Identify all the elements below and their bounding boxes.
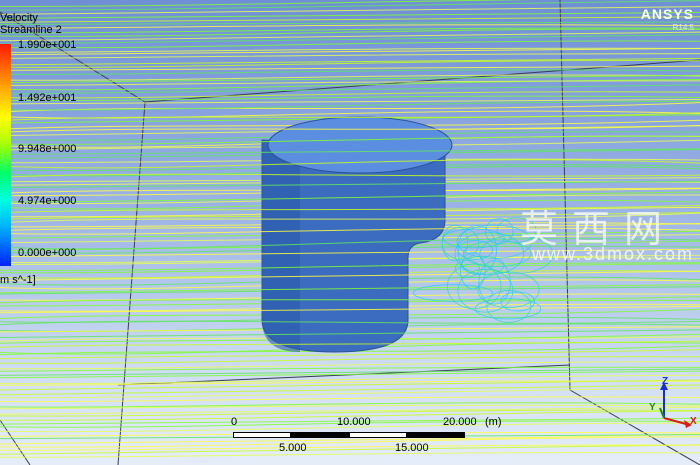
- axis-x-label: X: [690, 416, 697, 427]
- axis-triad[interactable]: Z Y X: [640, 376, 700, 430]
- axis-y-label: Y: [649, 402, 656, 413]
- 3d-viewport[interactable]: Velocity Streamline 2 1.990e+001 1.492e+…: [0, 0, 700, 465]
- streamline: [0, 53, 700, 59]
- wake-loop: [478, 260, 511, 305]
- streamline: [0, 69, 700, 75]
- ansys-logo: ANSYS: [640, 6, 694, 22]
- legend-tick: 1.990e+001: [18, 39, 77, 51]
- version-label: R14.5: [672, 23, 694, 32]
- legend-subtitle: Streamline 2: [0, 24, 62, 36]
- streamline: [0, 0, 532, 8]
- scale-bar: 0 10.000 20.000 (m) 5.000 15.000: [231, 416, 502, 454]
- cylinder-shading: [262, 140, 300, 352]
- legend-colorbar: [0, 44, 11, 266]
- scale-unit: (m): [485, 416, 502, 428]
- scale-segment: [233, 432, 291, 438]
- legend-tick: 1.492e+001: [18, 92, 77, 104]
- scale-segment: [349, 432, 407, 438]
- scale-label: 5.000: [279, 442, 307, 454]
- legend-tick: 9.948e+000: [18, 143, 77, 155]
- cylinder-top: [267, 116, 453, 174]
- scale-segment: [407, 432, 465, 438]
- legend-units: m s^-1]: [0, 274, 36, 286]
- streamline: [0, 40, 700, 49]
- scale-label: 20.000: [443, 416, 477, 428]
- legend-tick: 4.974e+000: [18, 195, 77, 207]
- watermark-url: www.3dmox.com: [532, 244, 695, 264]
- streamline: [0, 387, 700, 399]
- scale-label: 10.000: [337, 416, 371, 428]
- legend-tick: 0.000e+000: [18, 247, 77, 259]
- axis-z-label: Z: [662, 376, 669, 387]
- streamline: [0, 102, 700, 113]
- scale-segment: [291, 432, 349, 438]
- scale-label: 0: [231, 416, 238, 428]
- streamline: [0, 21, 700, 25]
- scale-label: 15.000: [395, 442, 429, 454]
